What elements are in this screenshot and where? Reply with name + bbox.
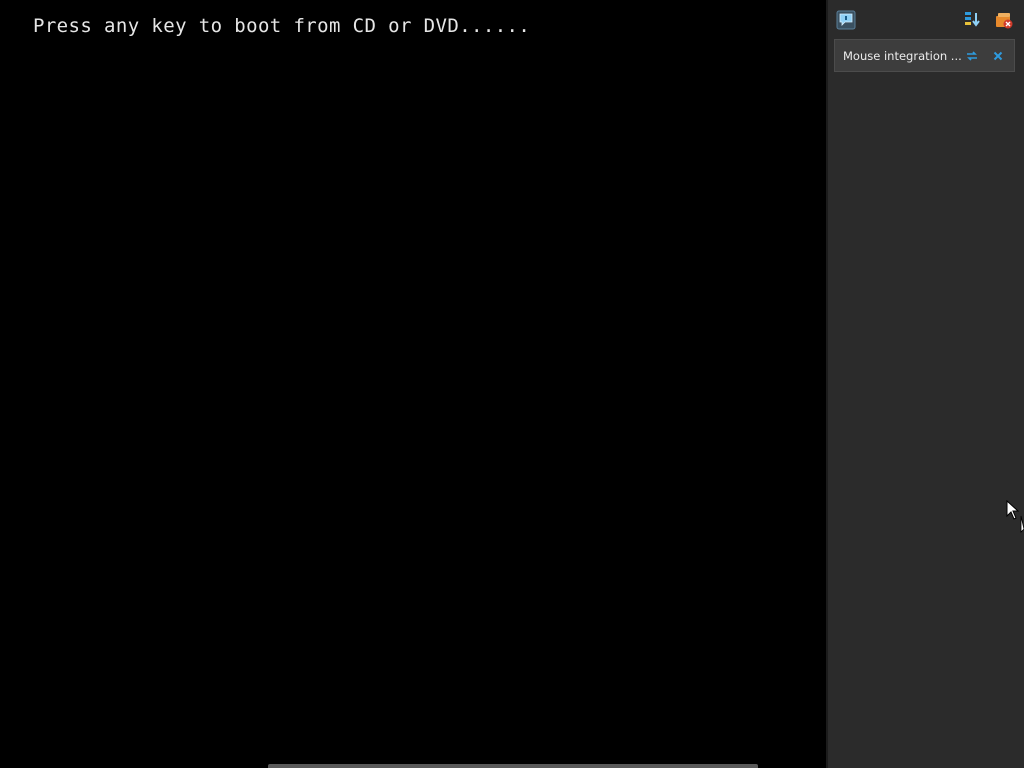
close-icon[interactable] (991, 48, 1005, 62)
vm-display[interactable]: Press any key to boot from CD or DVD....… (0, 0, 826, 768)
vm-horizontal-scrollbar[interactable] (268, 764, 758, 768)
boot-message: Press any key to boot from CD or DVD....… (33, 15, 531, 37)
toggle-icon[interactable] (965, 48, 979, 62)
notification-center-toolbar (828, 0, 1024, 36)
clear-notifications-icon[interactable] (994, 10, 1014, 30)
notification-text: Mouse integration ... (843, 49, 962, 63)
notification-center-panel: Mouse integration ... (826, 0, 1024, 768)
message-balloon-icon[interactable] (836, 10, 856, 30)
notification-item[interactable]: Mouse integration ... (834, 39, 1015, 72)
sort-order-icon[interactable] (963, 10, 983, 30)
mouse-pointer-icon (1006, 499, 1024, 534)
